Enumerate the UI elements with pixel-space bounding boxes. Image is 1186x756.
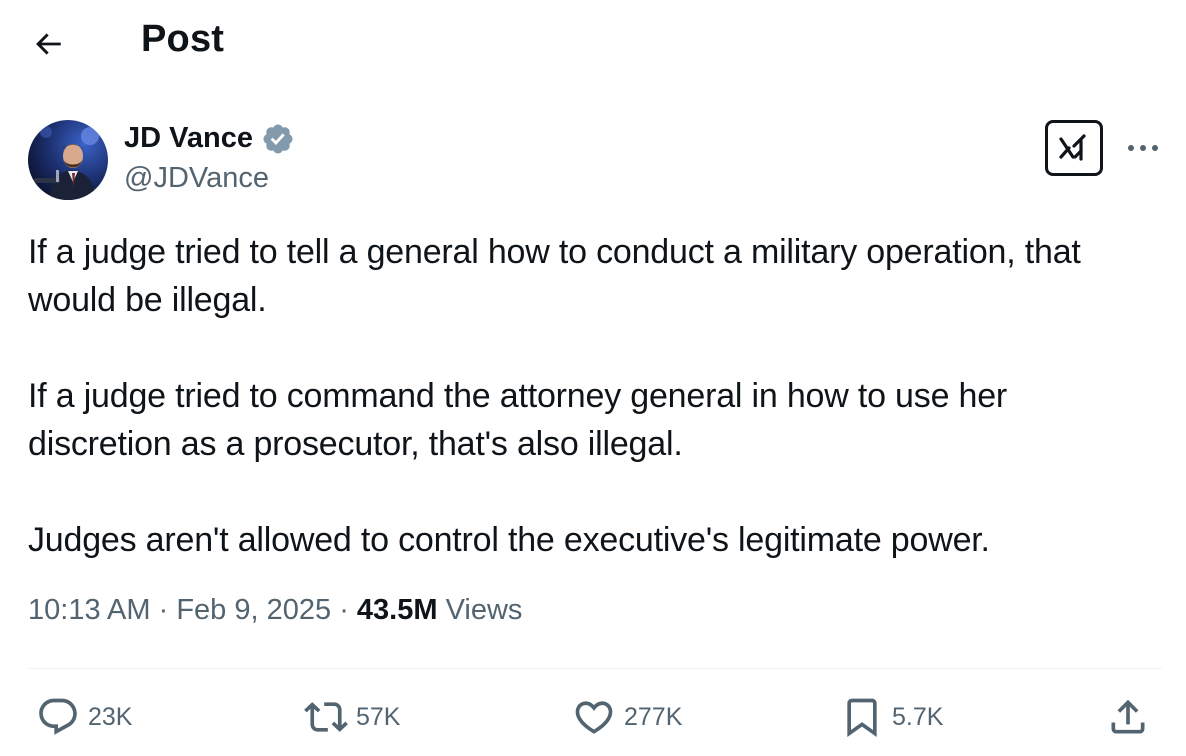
user-handle[interactable]: @JDVance [124, 162, 269, 195]
views-label: Views [445, 594, 523, 626]
share-button[interactable] [1106, 694, 1150, 740]
more-horizontal-icon [1128, 145, 1158, 151]
tweet-text: If a judge tried to tell a general how t… [28, 228, 1158, 564]
reply-button[interactable]: 23K [36, 694, 132, 740]
reply-count: 23K [88, 702, 133, 731]
post-time[interactable]: 10:13 AM [28, 594, 151, 626]
repost-count: 57K [356, 702, 401, 731]
display-name[interactable]: JD Vance [124, 122, 253, 155]
repost-button[interactable]: 57K [304, 694, 400, 740]
bookmark-button[interactable]: 5.7K [840, 694, 943, 740]
grok-button[interactable] [1045, 120, 1103, 176]
top-bar: Post [0, 0, 1186, 90]
bookmark-count: 5.7K [892, 702, 944, 731]
share-icon [1111, 699, 1145, 734]
avatar-image [28, 120, 108, 200]
repost-icon [304, 702, 348, 732]
like-button[interactable]: 277K [572, 694, 682, 740]
meta-separator: · [158, 594, 169, 626]
tweet-metadata: 10:13 AM · Feb 9, 2025 · 43.5M Views [28, 594, 522, 627]
tweet-paragraph: If a judge tried to command the attorney… [28, 377, 1008, 463]
back-button[interactable] [26, 22, 70, 66]
reply-icon [39, 698, 77, 735]
verified-badge-icon [263, 124, 293, 154]
bookmark-icon [847, 698, 877, 738]
tweet-paragraph: Judges aren't allowed to control the exe… [28, 521, 990, 559]
grok-icon [1059, 134, 1086, 161]
meta-separator: · [339, 594, 349, 626]
more-options-button[interactable] [1121, 128, 1165, 168]
like-count: 277K [624, 702, 683, 731]
tweet-author: JD Vance @JDVance [28, 118, 1168, 208]
heart-icon [575, 701, 613, 734]
post-date[interactable]: Feb 9, 2025 [176, 594, 331, 626]
tweet-paragraph: If a judge tried to tell a general how t… [28, 233, 1081, 319]
arrow-left-icon [36, 33, 61, 55]
views-count: 43.5M [356, 594, 438, 626]
avatar[interactable] [28, 120, 108, 200]
divider [28, 668, 1162, 669]
page-title: Post [141, 18, 225, 60]
